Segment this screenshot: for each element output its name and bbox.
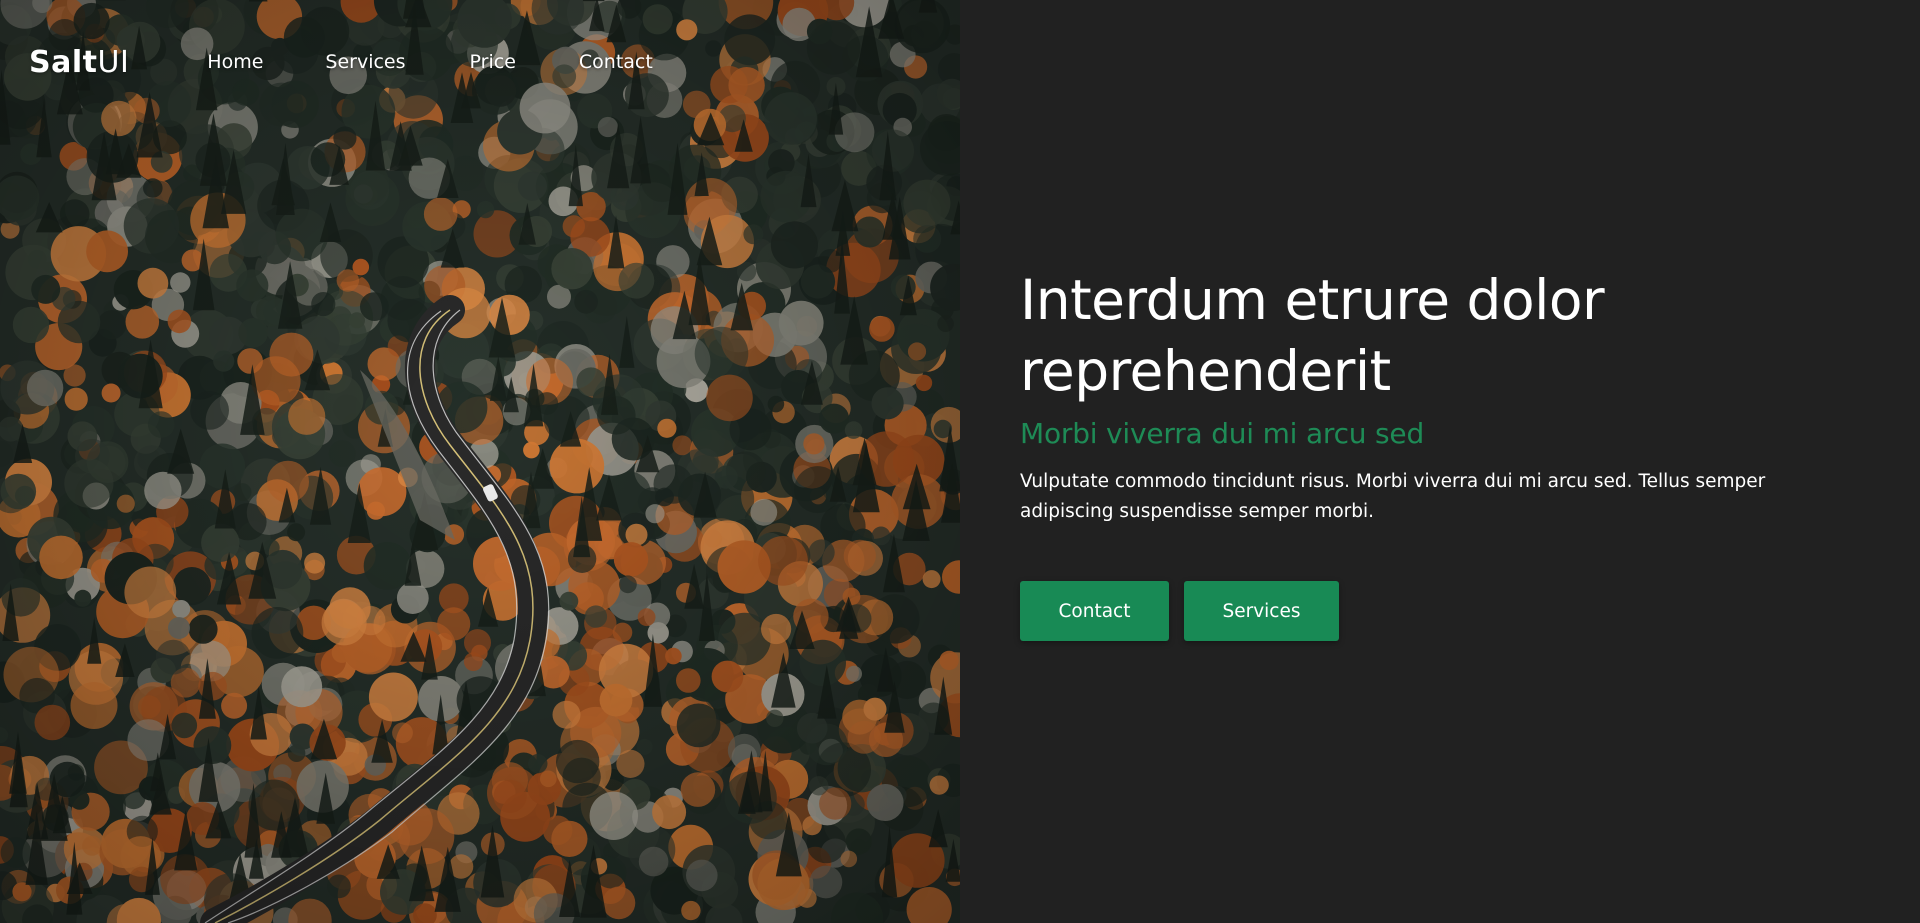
hero-subtitle: Morbi viverra dui mi arcu sed <box>1020 417 1425 450</box>
hero-title-line-1: Interdum etrure dolor <box>1020 268 1605 332</box>
hero-image <box>0 0 960 923</box>
hero-content: Interdum etrure dolor reprehenderit Morb… <box>1020 265 1840 641</box>
hero-description: Vulputate commodo tincidunt risus. Morbi… <box>1020 467 1820 527</box>
nav-link-contact[interactable]: Contact <box>579 51 653 73</box>
logo-light: UI <box>97 44 130 80</box>
contact-button[interactable]: Contact <box>1020 581 1169 641</box>
nav-link-price[interactable]: Price <box>470 51 516 73</box>
hero-description-line-1: Vulputate commodo tincidunt risus. Morbi… <box>1020 471 1766 492</box>
hero-description-line-2: adipiscing suspendisse semper morbi. <box>1020 501 1375 522</box>
hero-title: Interdum etrure dolor reprehenderit <box>1020 265 1840 407</box>
hero-title-line-2: reprehenderit <box>1020 339 1391 403</box>
hero-buttons: Contact Services <box>1020 581 1840 641</box>
nav-link-home[interactable]: Home <box>207 51 263 73</box>
navbar: SaltUI Home Services Price Contact <box>0 0 960 124</box>
services-button[interactable]: Services <box>1184 581 1339 641</box>
logo[interactable]: SaltUI <box>29 45 129 80</box>
nav-link-services[interactable]: Services <box>325 51 405 73</box>
forest-road-photo <box>0 0 960 923</box>
logo-bold: Salt <box>29 44 98 80</box>
